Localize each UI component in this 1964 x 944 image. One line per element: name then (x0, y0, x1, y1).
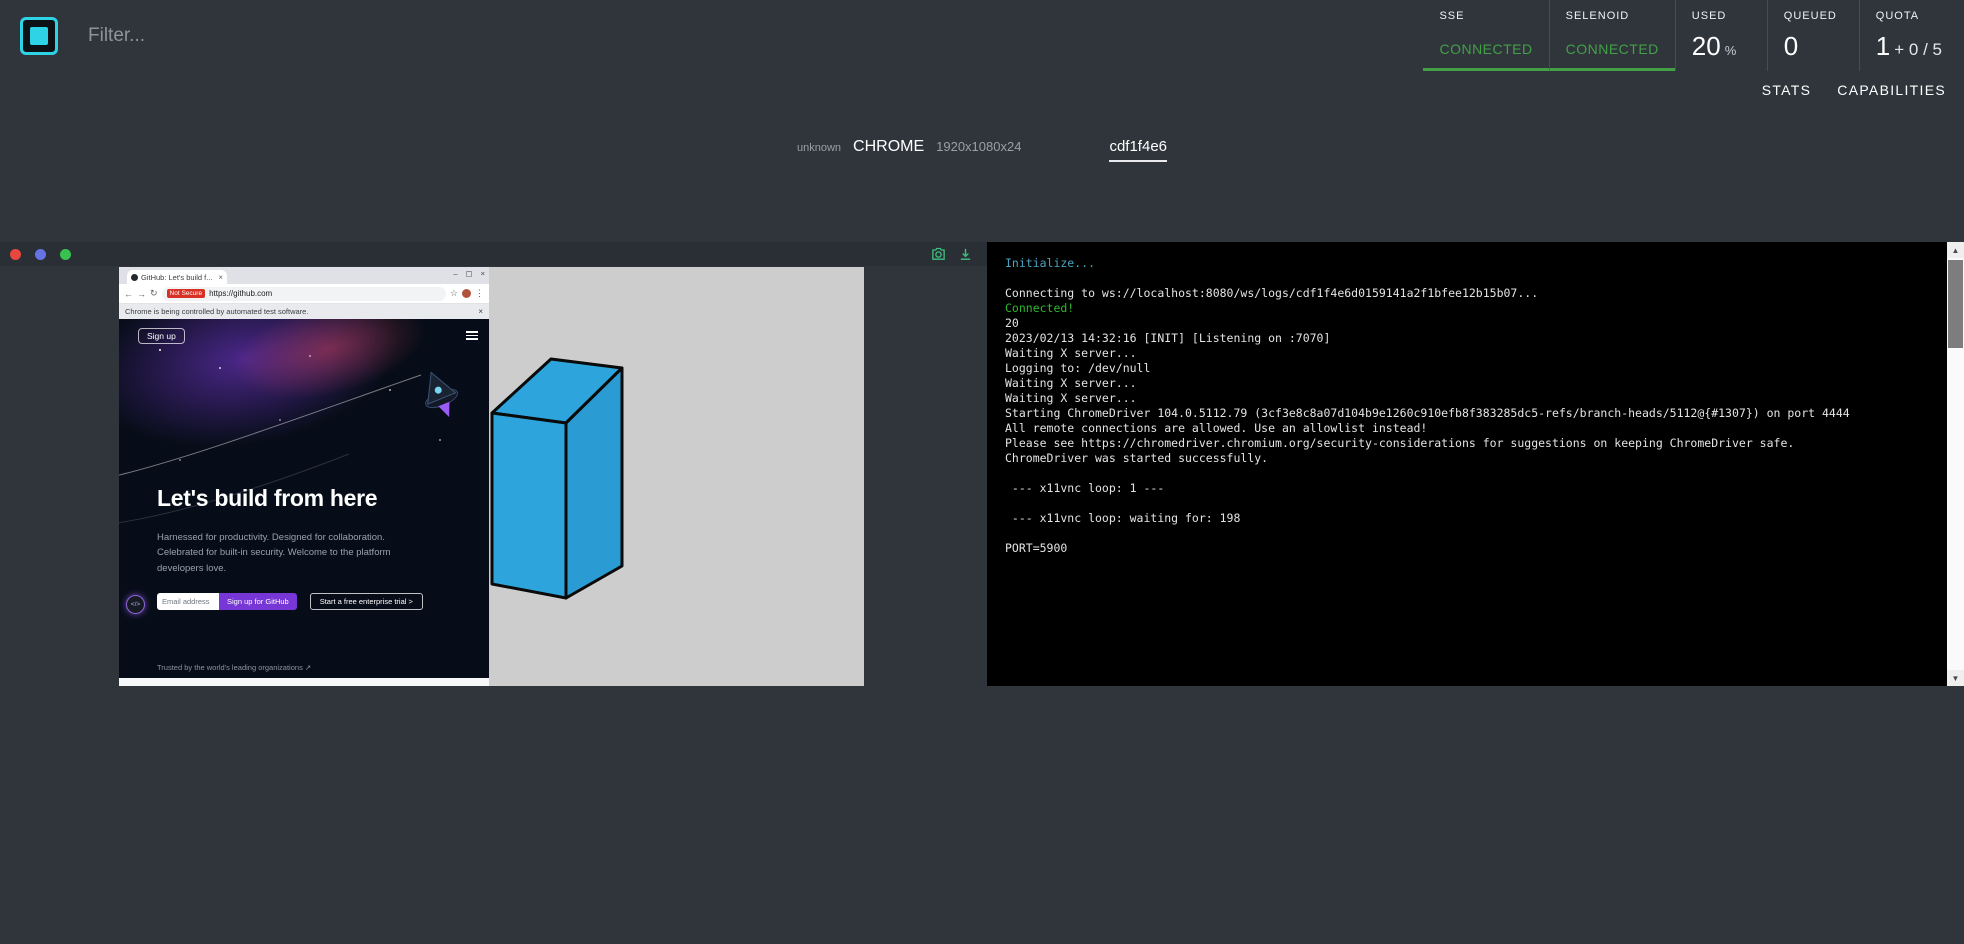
view-tabs: STATS CAPABILITIES (1762, 82, 1946, 98)
browser-active-tab[interactable]: GitHub: Let's build f... × (127, 270, 227, 284)
stat-sse-value: CONNECTED (1439, 41, 1532, 57)
vnc-actions (931, 247, 973, 262)
automation-info-text: Chrome is being controlled by automated … (125, 307, 308, 316)
selenoid-ui-app: SSE CONNECTED SELENOID CONNECTED USED 20… (0, 0, 1964, 944)
stat-used: USED 20 % (1675, 0, 1767, 71)
url-text: https://github.com (209, 289, 272, 298)
status-stats: SSE CONNECTED SELENOID CONNECTED USED 20… (1423, 0, 1964, 71)
github-paragraph: Harnessed for productivity. Designed for… (157, 530, 429, 576)
browser-window-controls: – ▢ × (453, 269, 485, 278)
github-footer-note: Trusted by the world's leading organizat… (157, 663, 311, 672)
back-icon[interactable]: ← (124, 289, 133, 299)
close-icon[interactable]: × (481, 269, 485, 278)
session-resolution: 1920x1080x24 (936, 139, 1021, 154)
address-bar[interactable]: Not Secure https://github.com (162, 287, 446, 301)
signup-for-github-button[interactable]: Sign up for GitHub (219, 593, 297, 610)
window-minimize-dot[interactable] (35, 249, 46, 260)
stat-used-value: 20 % (1692, 31, 1751, 62)
window-maximize-dot[interactable] (60, 249, 71, 260)
selenoid-logo[interactable] (20, 17, 58, 55)
log-output: Initialize... Connecting to ws://localho… (1005, 256, 1938, 682)
quota-suffix: + 0 / 5 (1894, 40, 1942, 60)
github-signup-button[interactable]: Sign up (138, 328, 185, 344)
stat-queued-value: 0 (1784, 31, 1843, 62)
used-number: 20 (1692, 31, 1721, 62)
vnc-panel: GitHub: Let's build f... × – ▢ × ← → ↻ (0, 242, 987, 686)
tab-capabilities[interactable]: CAPABILITIES (1837, 82, 1946, 98)
tab-stats[interactable]: STATS (1762, 82, 1812, 98)
forward-icon[interactable]: → (137, 289, 146, 299)
remote-browser-window[interactable]: GitHub: Let's build f... × – ▢ × ← → ↻ (119, 267, 489, 686)
filter-input[interactable] (88, 0, 1423, 71)
tab-close-icon[interactable]: × (218, 273, 223, 282)
stat-sse-label: SSE (1439, 10, 1532, 22)
stat-selenoid-label: SELENOID (1566, 10, 1659, 22)
github-headline: Let's build from here (157, 485, 377, 512)
minimize-icon[interactable]: – (453, 269, 457, 278)
enterprise-trial-button[interactable]: Start a free enterprise trial > (310, 593, 423, 610)
browser-tab-title: GitHub: Let's build f... (141, 273, 215, 282)
automation-info-bar: Chrome is being controlled by automated … (119, 304, 489, 319)
window-close-dot[interactable] (10, 249, 21, 260)
code-badge-icon: </> (126, 595, 145, 614)
hamburger-menu-icon[interactable] (466, 329, 478, 342)
refresh-icon[interactable]: ↻ (150, 288, 158, 299)
stat-selenoid-value: CONNECTED (1566, 41, 1659, 57)
github-favicon (131, 274, 138, 281)
stat-selenoid: SELENOID CONNECTED (1549, 0, 1675, 71)
top-bar: SSE CONNECTED SELENOID CONNECTED USED 20… (0, 0, 1964, 71)
stat-quota: QUOTA 1 + 0 / 5 (1859, 0, 1964, 71)
github-hero-page: Sign up Let's build from here Harnessed … (119, 319, 489, 686)
vnc-window-header (0, 242, 987, 266)
session-detail-panels: GitHub: Let's build f... × – ▢ × ← → ↻ (0, 242, 1964, 686)
stat-sse: SSE CONNECTED (1423, 0, 1548, 71)
maximize-icon[interactable]: ▢ (466, 269, 473, 278)
session-id-link[interactable]: cdf1f4e6 (1109, 138, 1167, 162)
used-suffix: % (1725, 43, 1737, 58)
profile-avatar[interactable] (462, 289, 471, 298)
log-scrollbar[interactable]: ▲ ▼ (1947, 242, 1964, 686)
drawn-cube-shape (490, 357, 624, 603)
browser-tab-strip: GitHub: Let's build f... × – ▢ × (119, 267, 489, 284)
email-input[interactable]: Email address (157, 593, 219, 610)
queued-number: 0 (1784, 31, 1798, 62)
security-badge[interactable]: Not Secure (167, 289, 206, 298)
scroll-down-icon[interactable]: ▼ (1947, 670, 1964, 686)
quota-number: 1 (1876, 31, 1890, 62)
kebab-menu-icon[interactable]: ⋮ (475, 288, 484, 299)
stat-quota-label: QUOTA (1876, 10, 1942, 22)
browser-nav-bar: ← → ↻ Not Secure https://github.com ☆ ⋮ (119, 284, 489, 304)
screenshot-icon[interactable] (931, 247, 946, 262)
scroll-up-icon[interactable]: ▲ (1947, 242, 1964, 258)
session-browser-name: CHROME (853, 138, 924, 156)
stat-queued-label: QUEUED (1784, 10, 1843, 22)
page-bottom-strip (119, 678, 489, 686)
session-header: unknown CHROME 1920x1080x24 cdf1f4e6 (0, 138, 1964, 162)
session-log-panel: Initialize... Connecting to ws://localho… (987, 242, 1964, 686)
download-icon[interactable] (958, 247, 973, 262)
selenoid-logo-icon (30, 27, 48, 45)
vnc-screen[interactable]: GitHub: Let's build f... × – ▢ × ← → ↻ (119, 267, 864, 686)
infobar-close-icon[interactable]: × (478, 307, 483, 316)
spaceship-illustration (411, 359, 467, 425)
session-quota-user: unknown (797, 142, 841, 154)
github-cta-row: Email address Sign up for GitHub Start a… (157, 592, 423, 610)
stat-queued: QUEUED 0 (1767, 0, 1859, 71)
stat-quota-value: 1 + 0 / 5 (1876, 31, 1942, 62)
stat-used-label: USED (1692, 10, 1751, 22)
bookmark-star-icon[interactable]: ☆ (450, 288, 458, 299)
scrollbar-thumb[interactable] (1948, 260, 1963, 348)
